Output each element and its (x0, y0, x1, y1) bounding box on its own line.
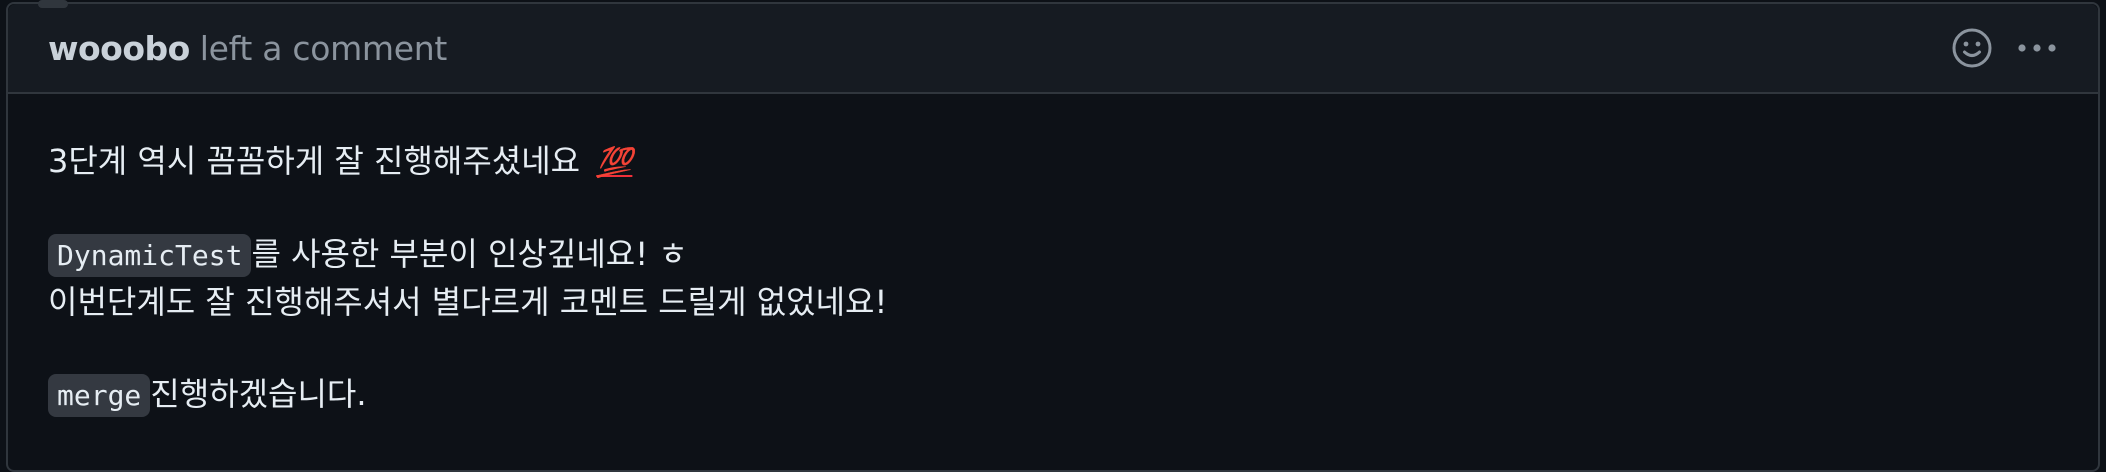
more-options-button[interactable] (2012, 26, 2062, 70)
hundred-points-emoji: 💯 (596, 145, 633, 179)
inline-code: DynamicTest (48, 234, 252, 277)
comment-header: wooobo left a comment (8, 4, 2098, 94)
comment-paragraph: merge 진행하겠습니다. (48, 371, 2058, 419)
inline-code: merge (48, 374, 151, 417)
comment-text: 진행하겠습니다. (150, 375, 367, 413)
kebab-menu-icon (2018, 44, 2056, 52)
comment-card: wooobo left a comment 3단계 역시 꼼꼼하게 잘 진행해주… (6, 0, 2100, 472)
comment-text: 를 사용한 부분이 인상깊네요! ㅎ (251, 235, 688, 273)
comment-text: 이번단계도 잘 진행해주셔서 별다르게 코멘트 드릴게 없었네요! (48, 283, 888, 321)
comment-text: 3단계 역시 꼼꼼하게 잘 진행해주셨네요 (48, 142, 581, 180)
comment-action-text: left a comment (199, 28, 448, 68)
timeline-connector (38, 0, 68, 8)
comment-author[interactable]: wooobo (48, 29, 190, 68)
comment-paragraph: DynamicTest 를 사용한 부분이 인상깊네요! ㅎ 이번단계도 잘 진행… (48, 231, 2058, 326)
comment-paragraph: 3단계 역시 꼼꼼하게 잘 진행해주셨네요 💯 (48, 138, 2058, 186)
comment-body: 3단계 역시 꼼꼼하게 잘 진행해주셨네요 💯 DynamicTest 를 사용한… (8, 94, 2098, 419)
add-reaction-button[interactable] (1950, 26, 1994, 70)
smiley-icon (1952, 28, 1992, 68)
